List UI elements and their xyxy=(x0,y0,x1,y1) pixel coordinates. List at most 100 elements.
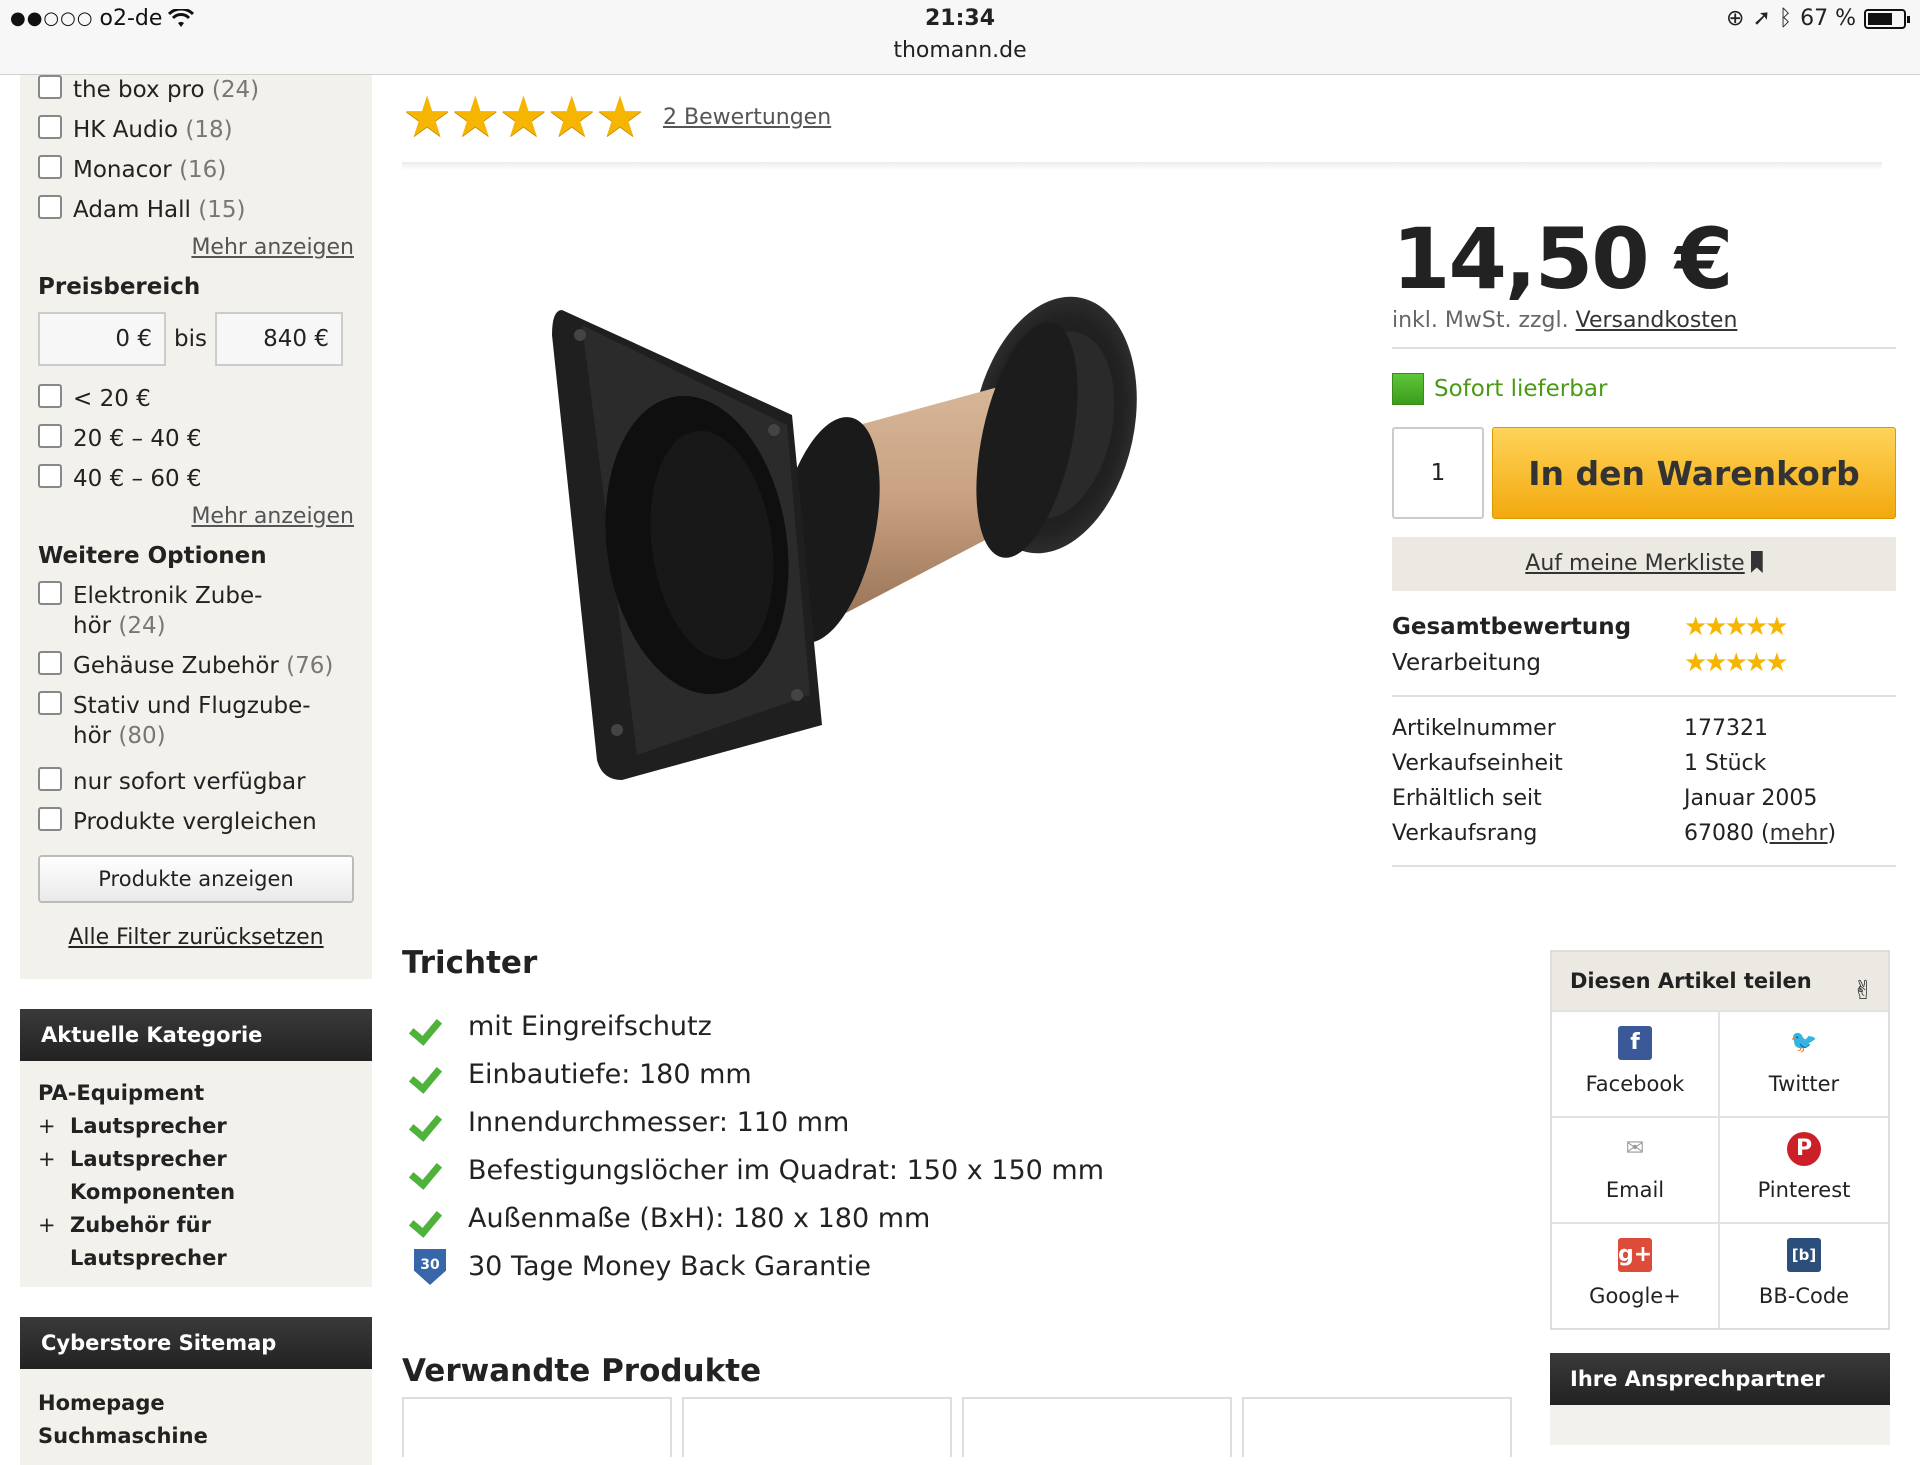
price-range-option[interactable]: 20 € – 40 € xyxy=(38,424,354,454)
price-range-option[interactable]: < 20 € xyxy=(38,384,354,414)
sitemap-link-homepage[interactable]: Homepage xyxy=(38,1387,354,1420)
share-google-button[interactable]: g+ Google+ xyxy=(1552,1222,1720,1328)
checkbox[interactable] xyxy=(38,651,62,675)
brand-filter-option[interactable]: the box pro (24) xyxy=(38,75,354,105)
brand-filter-option[interactable]: Monacor (16) xyxy=(38,155,354,185)
price-range-option[interactable]: 40 € – 60 € xyxy=(38,464,354,494)
checkbox[interactable] xyxy=(38,115,62,139)
price-to-label: bis xyxy=(174,326,207,352)
option-filter[interactable]: nur sofort verfügbar xyxy=(38,767,354,797)
filter-name: Monacor xyxy=(73,157,172,183)
brand-filter-option[interactable]: HK Audio (18) xyxy=(38,115,354,145)
divider xyxy=(1392,865,1896,867)
share-pinterest-button[interactable]: P Pinterest xyxy=(1720,1116,1888,1222)
options-list: Elektronik Zube-hör (24) Gehäuse Zubehör … xyxy=(38,581,354,837)
related-product-card[interactable] xyxy=(962,1397,1232,1457)
checkbox[interactable] xyxy=(38,767,62,791)
filter-label: Produkte vergleichen xyxy=(73,807,317,837)
info-row: Verkaufsrang 67080 (mehr) xyxy=(1392,821,1837,846)
price-range-heading: Preisbereich xyxy=(38,274,201,300)
related-product-card[interactable] xyxy=(402,1397,672,1457)
filter-label: Stativ und Flugzube-hör (80) xyxy=(73,691,311,751)
sales-rank-more-link[interactable]: mehr xyxy=(1770,821,1828,846)
checkbox[interactable] xyxy=(38,424,62,448)
share-twitter-button[interactable]: 🐦 Twitter xyxy=(1720,1010,1888,1116)
add-to-cart-button[interactable]: In den Warenkorb xyxy=(1492,427,1896,519)
category-item[interactable]: + Zubehör für Lautsprecher xyxy=(38,1209,354,1275)
buy-row: 1 In den Warenkorb xyxy=(1392,427,1896,519)
rating-stars: ★★★★★ xyxy=(402,85,645,150)
wishlist-button[interactable]: Auf meine Merkliste xyxy=(1392,537,1896,591)
brand-filter-option[interactable]: Adam Hall (15) xyxy=(38,195,354,225)
checkbox[interactable] xyxy=(38,691,62,715)
filter-label: Adam Hall (15) xyxy=(73,195,245,225)
feature-item: Befestigungslöcher im Quadrat: 150 x 150… xyxy=(402,1147,1502,1195)
info-row: Verkaufseinheit 1 Stück xyxy=(1392,751,1767,776)
option-filter[interactable]: Gehäuse Zubehör (76) xyxy=(38,651,354,681)
shipping-costs-link[interactable]: Versandkosten xyxy=(1576,308,1738,333)
option-filter[interactable]: Produkte vergleichen xyxy=(38,807,354,837)
info-row: Artikelnummer 177321 xyxy=(1392,716,1768,741)
filter-label: Elektronik Zube-hör (24) xyxy=(73,581,262,641)
expand-icon[interactable]: + xyxy=(38,1209,70,1275)
option-filter[interactable]: Elektronik Zube-hör (24) xyxy=(38,581,354,641)
product-price: 14,50 € xyxy=(1392,210,1733,308)
checkbox[interactable] xyxy=(38,581,62,605)
category-item[interactable]: + Lautsprecher xyxy=(38,1110,354,1143)
checkbox[interactable] xyxy=(38,75,62,99)
divider xyxy=(1392,695,1896,697)
checkbox[interactable] xyxy=(38,384,62,408)
more-brands-link[interactable]: Mehr anzeigen xyxy=(38,235,354,260)
guarantee-shield-icon: 30 xyxy=(414,1249,446,1285)
share-email-button[interactable]: ✉ Email xyxy=(1552,1116,1720,1222)
ratings-table: Gesamtbewertung ★★★★★ Verarbeitung ★★★★★ xyxy=(1392,609,1896,681)
share-label: BB-Code xyxy=(1758,1284,1850,1308)
show-products-button[interactable]: Produkte anzeigen xyxy=(38,855,354,903)
checkbox[interactable] xyxy=(38,155,62,179)
share-box: Diesen Artikel teilen ✌ f Facebook 🐦 Twitte… xyxy=(1550,950,1890,1330)
share-label: Twitter xyxy=(1768,1072,1840,1096)
quantity-input[interactable]: 1 xyxy=(1392,427,1484,519)
feature-item: Einbautiefe: 180 mm xyxy=(402,1051,1502,1099)
top-rating: ★★★★★ 2 Bewertungen xyxy=(402,85,831,150)
current-category-heading: Aktuelle Kategorie xyxy=(20,1009,372,1061)
rating-stars: ★★★★★ xyxy=(1684,612,1789,642)
checkbox[interactable] xyxy=(38,464,62,488)
related-product-card[interactable] xyxy=(1242,1397,1512,1457)
price-max-input[interactable]: 840 € xyxy=(214,312,343,366)
price-min-input[interactable]: 0 € xyxy=(38,312,166,366)
option-filter[interactable]: Stativ und Flugzube-hör (80) xyxy=(38,691,354,751)
feature-text: mit Eingreifschutz xyxy=(468,1011,712,1042)
checkbox[interactable] xyxy=(38,807,62,831)
category-root[interactable]: PA-Equipment xyxy=(38,1077,354,1110)
sitemap-link-search[interactable]: Suchmaschine xyxy=(38,1420,354,1453)
filter-count: (80) xyxy=(118,723,166,749)
share-facebook-button[interactable]: f Facebook xyxy=(1552,1010,1720,1116)
share-bbcode-button[interactable]: [b] BB-Code xyxy=(1720,1222,1888,1328)
reviews-link[interactable]: 2 Bewertungen xyxy=(663,105,831,130)
reset-filters-link[interactable]: Alle Filter zurücksetzen xyxy=(38,925,354,950)
checkbox[interactable] xyxy=(38,195,62,219)
battery-percent: 67 % xyxy=(1800,6,1856,31)
feature-text: Befestigungslöcher im Quadrat: 150 x 150… xyxy=(468,1155,1104,1186)
category-item[interactable]: + Lautsprecher Komponenten xyxy=(38,1143,354,1209)
info-row: Erhältlich seit Januar 2005 xyxy=(1392,786,1818,811)
expand-icon[interactable]: + xyxy=(38,1110,70,1143)
share-label: Pinterest xyxy=(1757,1178,1851,1202)
address-bar[interactable]: thomann.de xyxy=(0,38,1920,63)
filter-name: Gehäuse Zubehör xyxy=(73,653,279,679)
share-label: Google+ xyxy=(1589,1284,1681,1308)
more-prices-link[interactable]: Mehr anzeigen xyxy=(38,504,354,529)
filter-label: Monacor (16) xyxy=(73,155,226,185)
expand-icon[interactable]: + xyxy=(38,1143,70,1209)
share-heading: Diesen Artikel teilen ✌ xyxy=(1552,952,1888,1010)
filter-name: Elektronik Zube- xyxy=(73,583,263,609)
filter-label: nur sofort verfügbar xyxy=(73,767,306,797)
related-product-card[interactable] xyxy=(682,1397,952,1457)
product-image[interactable] xyxy=(522,225,1222,785)
rating-row: Verarbeitung ★★★★★ xyxy=(1392,645,1896,681)
location-icon: ➚ xyxy=(1752,6,1771,31)
filter-name-cont: hör xyxy=(73,613,112,639)
feature-item: Innendurchmesser: 110 mm xyxy=(402,1099,1502,1147)
share-label: Email xyxy=(1605,1178,1665,1202)
